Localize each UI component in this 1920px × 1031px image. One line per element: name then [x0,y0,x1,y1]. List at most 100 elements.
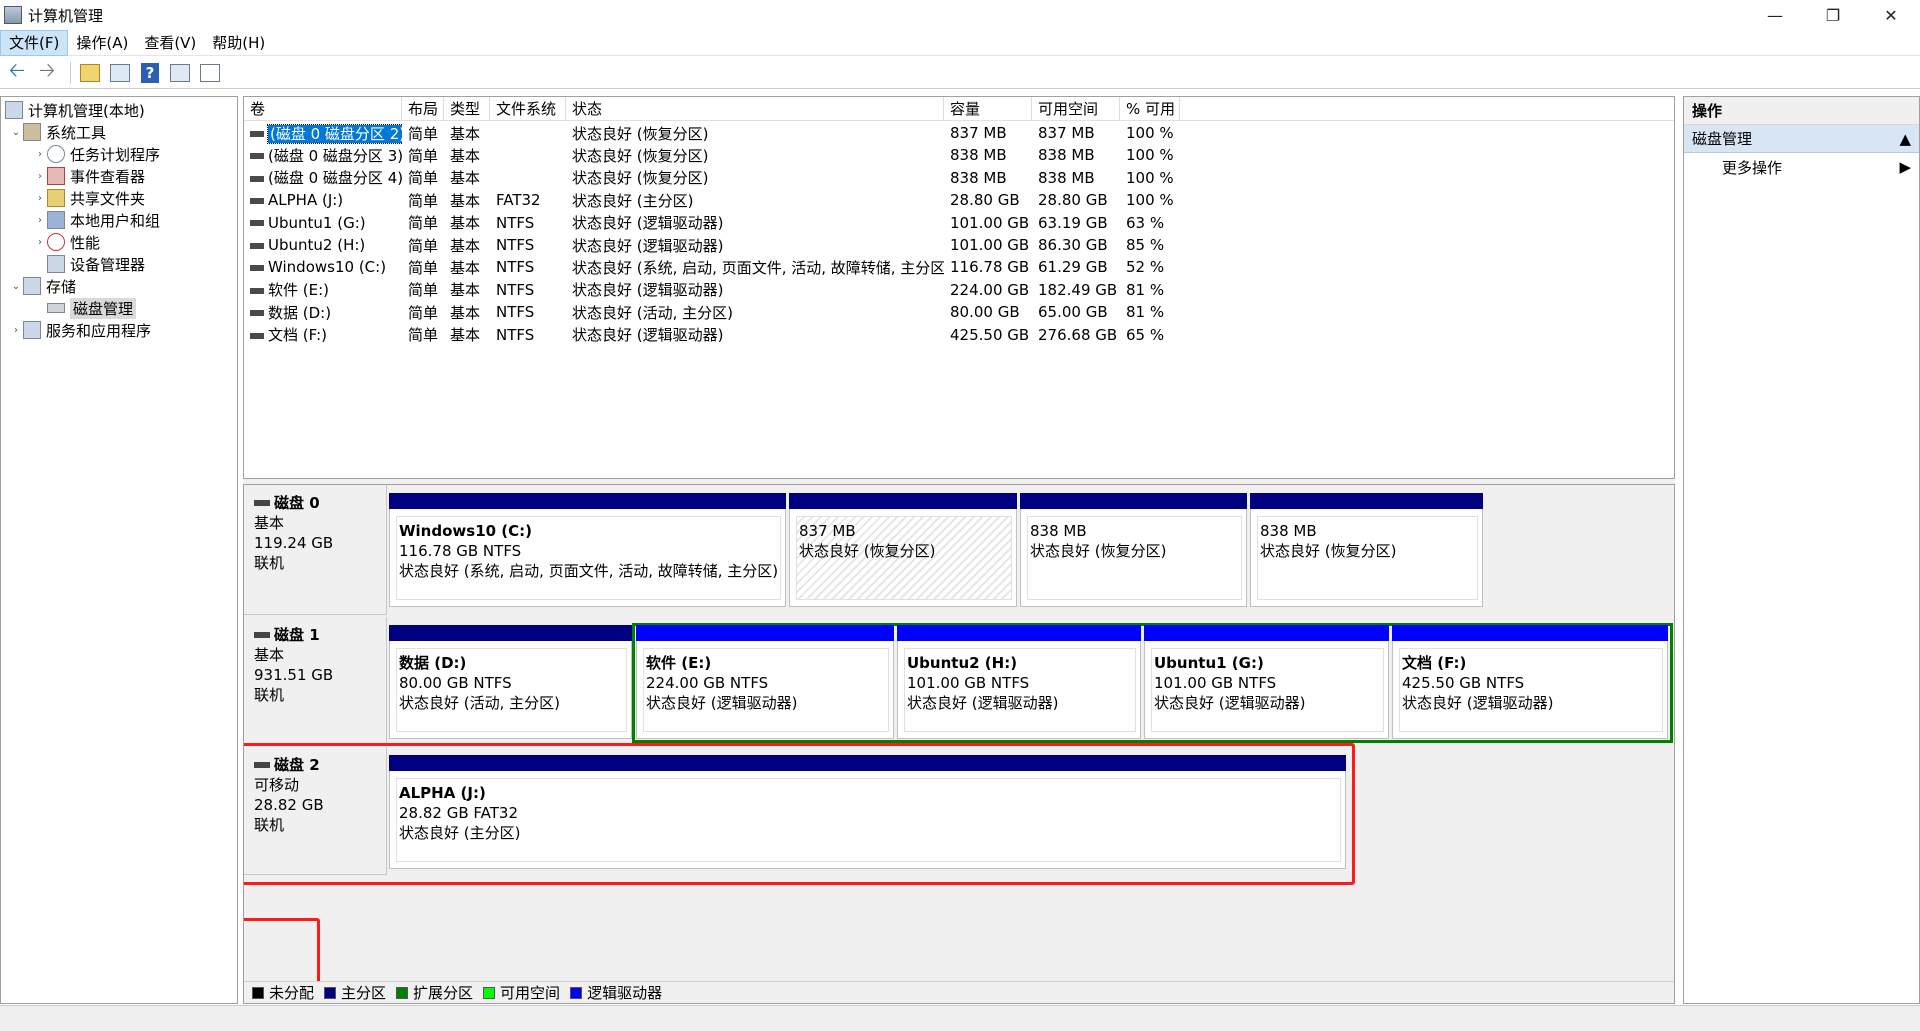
collapse-chevron-icon[interactable]: › [33,215,47,226]
volume-row[interactable]: 文档 (F:) 简单 基本 NTFS 状态良好 (逻辑驱动器) 425.50 GB 276.… [244,324,1674,346]
tools-icon [23,123,41,141]
services-icon [23,321,41,339]
header-volume[interactable]: 卷 [244,97,402,121]
menu-view[interactable]: 查看(V) [136,31,204,55]
tree-storage[interactable]: ⌄ 存储 [9,275,76,297]
partition-recovery-2[interactable]: 837 MB 状态良好 (恢复分区) [789,493,1017,607]
collapse-chevron-icon[interactable]: › [33,171,47,182]
type-cell: 基本 [450,191,481,210]
volume-icon [250,264,264,271]
percent-free-cell: 81 % [1126,303,1165,322]
device-manager-icon [47,255,65,273]
up-folder-icon[interactable] [77,61,103,85]
partition-f[interactable]: 文档 (F:) 425.50 GB NTFS 状态良好 (逻辑驱动器) [1392,625,1668,739]
disk-row-1: 磁盘 1 基本 931.51 GB 联机 数据 (D:) 80.00 GB NT… [244,617,1674,745]
collapse-up-icon[interactable]: ▲ [1899,130,1911,148]
expand-chevron-icon[interactable]: ⌄ [9,127,23,138]
expand-chevron-icon[interactable]: ⌄ [9,281,23,292]
disk-label[interactable]: 磁盘 1 基本 931.51 GB 联机 [244,617,387,745]
collapse-chevron-icon[interactable]: › [33,237,47,248]
disk-row-0: 磁盘 0 基本 119.24 GB 联机 Windows10 (C:) 116.… [244,485,1674,615]
disk-name-text: 磁盘 1 [274,626,320,644]
tree-local-users[interactable]: › 本地用户和组 [33,209,160,231]
primary-partition-bar [1250,493,1483,509]
tree-disk-management-label: 磁盘管理 [70,297,137,319]
tree-shared-folders-label: 共享文件夹 [70,189,146,208]
tree-task-scheduler[interactable]: › 任务计划程序 [33,143,160,165]
tree-root[interactable]: 计算机管理(本地) [5,99,145,121]
actions-section-disk-management[interactable]: 磁盘管理 ▲ [1684,125,1919,153]
header-free-space[interactable]: 可用空间 [1032,97,1120,121]
status-cell: 状态良好 (逻辑驱动器) [572,281,724,300]
help-icon[interactable]: ? [137,61,163,85]
layout-cell: 简单 [408,303,439,322]
partition-size: 837 MB [799,522,856,540]
volume-row[interactable]: (磁盘 0 磁盘分区 3) 简单 基本 状态良好 (恢复分区) 838 MB 838 MB… [244,144,1674,166]
header-type[interactable]: 类型 [444,97,490,121]
volume-row[interactable]: 软件 (E:) 简单 基本 NTFS 状态良好 (逻辑驱动器) 224.00 GB 182.… [244,279,1674,301]
disk-label[interactable]: 磁盘 0 基本 119.24 GB 联机 [244,485,387,615]
close-button[interactable]: ✕ [1862,0,1920,30]
tree-event-viewer[interactable]: › 事件查看器 [33,165,145,187]
properties-icon[interactable] [197,61,223,85]
back-arrow-icon[interactable]: 🡠 [4,58,30,85]
layout-cell: 简单 [408,124,439,143]
restore-button[interactable]: ❐ [1804,0,1862,30]
volume-row[interactable]: (磁盘 0 磁盘分区 4) 简单 基本 状态良好 (恢复分区) 838 MB 838 MB… [244,167,1674,189]
partition-g[interactable]: Ubuntu1 (G:) 101.00 GB NTFS 状态良好 (逻辑驱动器) [1144,625,1389,739]
tree-device-manager[interactable]: 设备管理器 [47,253,145,275]
partition-status: 状态良好 (逻辑驱动器) [1154,694,1306,712]
partition-h[interactable]: Ubuntu2 (H:) 101.00 GB NTFS 状态良好 (逻辑驱动器) [897,625,1141,739]
tree-disk-management[interactable]: 磁盘管理 [47,297,137,319]
header-status[interactable]: 状态 [566,97,944,121]
volume-row[interactable]: Windows10 (C:) 简单 基本 NTFS 状态良好 (系统, 启动, 页面文件… [244,256,1674,278]
tree-performance[interactable]: › 性能 [33,231,100,253]
disk-icon [254,500,270,506]
volume-row[interactable]: ALPHA (J:) 简单 基本 FAT32 状态良好 (主分区) 28.80 GB 28.… [244,189,1674,211]
highlight-box-disk-2 [244,743,1355,885]
menu-file[interactable]: 文件(F) [0,29,69,56]
menu-help[interactable]: 帮助(H) [204,31,273,55]
partition-d[interactable]: 数据 (D:) 80.00 GB NTFS 状态良好 (活动, 主分区) [389,625,632,739]
tree-services[interactable]: › 服务和应用程序 [9,319,151,341]
tree-system-tools[interactable]: ⌄ 系统工具 [9,121,106,143]
more-actions-item[interactable]: 更多操作 ▶ [1684,153,1919,181]
header-filesystem[interactable]: 文件系统 [490,97,566,121]
header-percent-free[interactable]: % 可用 [1120,97,1180,121]
tree-performance-label: 性能 [70,233,101,252]
toolbar: 🡠 🡢 ? [0,57,1920,89]
volume-row[interactable]: (磁盘 0 磁盘分区 2) 简单 基本 状态良好 (恢复分区) 837 MB 837 MB… [244,122,1674,144]
menu-action[interactable]: 操作(A) [68,31,136,55]
volume-row[interactable]: Ubuntu2 (H:) 简单 基本 NTFS 状态良好 (逻辑驱动器) 101.00 G… [244,234,1674,256]
tree-storage-label: 存储 [46,277,77,296]
header-capacity[interactable]: 容量 [944,97,1032,121]
percent-free-cell: 63 % [1126,213,1165,232]
collapse-chevron-icon[interactable]: › [33,193,47,204]
legend-swatch [252,986,264,999]
partition-recovery-3[interactable]: 838 MB 状态良好 (恢复分区) [1020,493,1247,607]
collapse-chevron-icon[interactable]: › [9,325,23,336]
free-space-cell: 28.80 GB [1038,191,1108,210]
partition-size: 101.00 GB NTFS [1154,674,1277,692]
tree-shared-folders[interactable]: › 共享文件夹 [33,187,145,209]
show-hide-tree-icon[interactable] [107,61,133,85]
partition-e[interactable]: 软件 (E:) 224.00 GB NTFS 状态良好 (逻辑驱动器) [636,625,894,739]
header-layout[interactable]: 布局 [402,97,444,121]
free-space-cell: 61.29 GB [1038,258,1108,277]
volume-row[interactable]: Ubuntu1 (G:) 简单 基本 NTFS 状态良好 (逻辑驱动器) 101.00 G… [244,212,1674,234]
show-action-pane-icon[interactable] [167,61,193,85]
partition-c[interactable]: Windows10 (C:) 116.78 GB NTFS 状态良好 (系统, … [389,493,786,607]
legend-label: 逻辑驱动器 [587,984,663,1002]
forward-arrow-icon[interactable]: 🡢 [34,58,60,85]
volume-icon [250,131,264,137]
free-space-cell: 63.19 GB [1038,213,1108,232]
volume-row[interactable]: 数据 (D:) 简单 基本 NTFS 状态良好 (活动, 主分区) 80.00 GB 65.… [244,301,1674,323]
minimize-button[interactable]: — [1746,0,1804,30]
partition-body: Ubuntu2 (H:) 101.00 GB NTFS 状态良好 (逻辑驱动器) [904,648,1136,732]
volume-icon [250,242,264,249]
tree-root-label: 计算机管理(本地) [28,101,145,120]
partition-body: Ubuntu1 (G:) 101.00 GB NTFS 状态良好 (逻辑驱动器) [1151,648,1384,732]
legend-swatch [396,986,409,999]
collapse-chevron-icon[interactable]: › [33,149,47,160]
partition-recovery-4[interactable]: 838 MB 状态良好 (恢复分区) [1250,493,1483,607]
